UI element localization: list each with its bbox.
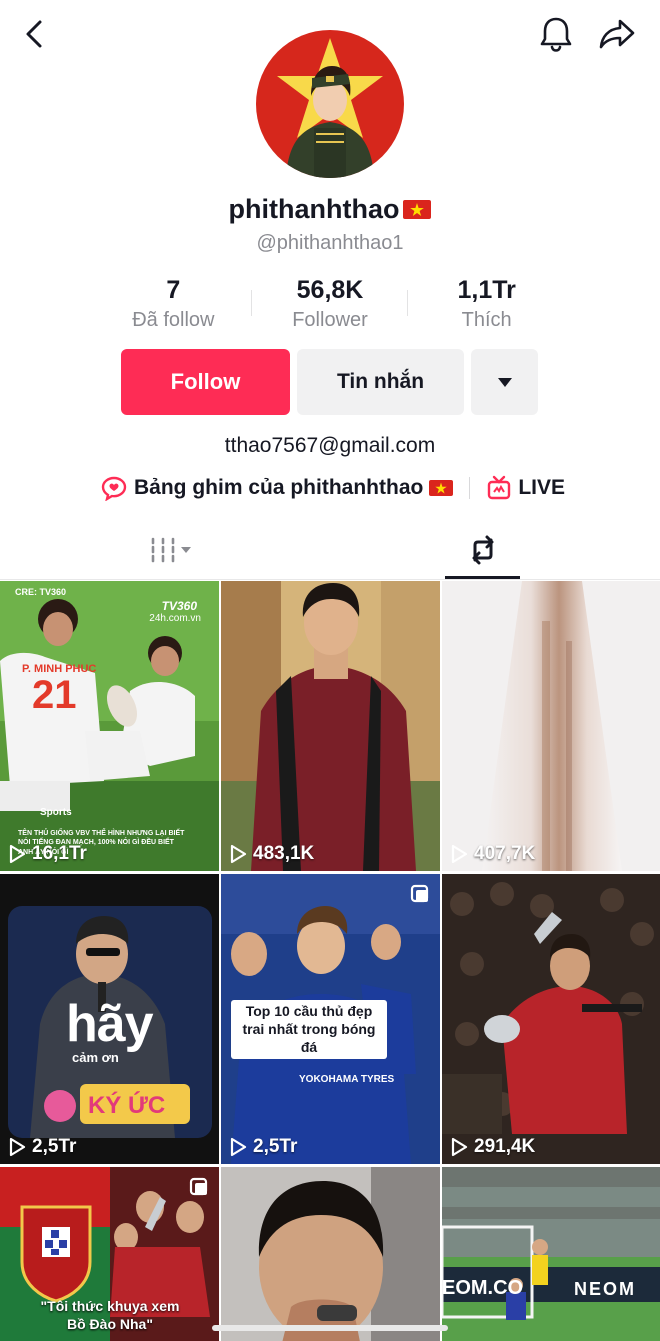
repost-icon: [472, 535, 493, 565]
heart-chat-icon: [101, 476, 127, 501]
back-button[interactable]: [14, 14, 54, 54]
view-count-text: 407,7K: [474, 843, 536, 864]
followers-label: Follower: [292, 309, 368, 331]
ad-board-text: EOM.CO: [442, 1277, 524, 1299]
follow-button[interactable]: Follow: [121, 349, 290, 415]
view-count-text: 2,5Tr: [32, 1136, 77, 1157]
vietnam-flag-icon: [403, 200, 432, 219]
play-icon: [230, 844, 247, 864]
sports-label: Sports: [40, 807, 72, 818]
home-indicator: [212, 1325, 448, 1331]
profile-stats: 7 Đã follow 56,8K Follower 1,1Tr Thích: [95, 276, 565, 336]
likes-stat: 1,1Tr Thích: [408, 276, 565, 336]
video-caption: Top 10 cầu thủ đẹp trai nhất trong bóng …: [231, 1000, 387, 1059]
user-handle: @phithanhthao1: [256, 232, 404, 254]
view-count: 2,5Tr: [8, 1136, 76, 1158]
view-count: 291,4K: [450, 1136, 535, 1158]
followers-count: 56,8K: [296, 276, 364, 304]
notification-button[interactable]: [534, 12, 578, 56]
following-stat[interactable]: 7 Đã follow: [95, 276, 252, 336]
play-icon: [451, 844, 468, 864]
view-count-text: 483,1K: [253, 843, 315, 864]
avatar[interactable]: [256, 30, 404, 178]
content-tabs: [0, 522, 660, 580]
divider: [469, 477, 471, 499]
likes-label: Thích: [461, 309, 512, 331]
play-icon: [9, 844, 26, 864]
video-thumbnail[interactable]: CRE: TV360 TV360 24h.com.vn P. MINH PHUC…: [0, 581, 219, 871]
play-icon: [9, 1137, 26, 1157]
ad-board-text-2: NEOM: [574, 1279, 636, 1299]
site-label: 24h.com.vn: [149, 613, 201, 624]
active-tab-indicator: [445, 576, 520, 579]
following-label: Đã follow: [132, 309, 215, 331]
video-thumbnail[interactable]: [221, 1167, 440, 1341]
source-label: CRE: TV360: [15, 587, 67, 597]
view-count-text: 16,1Tr: [32, 843, 87, 864]
video-thumbnail[interactable]: 407,7K: [442, 581, 660, 871]
video-grid-icon: [151, 537, 191, 563]
video-thumbnail[interactable]: 483,1K: [221, 581, 440, 871]
vietnam-flag-icon: [429, 480, 454, 496]
show-logo: KÝ ỨC: [88, 1092, 166, 1119]
jersey-number: 21: [32, 673, 77, 717]
bell-icon: [540, 17, 572, 52]
video-title-text: hãy: [66, 995, 154, 1053]
followers-stat[interactable]: 56,8K Follower: [252, 276, 409, 336]
view-count-text: 291,4K: [474, 1136, 536, 1157]
view-count-text: 2,5Tr: [253, 1136, 298, 1157]
view-count: 407,7K: [450, 843, 535, 865]
video-thumbnail[interactable]: EOM.CO NEOM: [442, 1167, 660, 1341]
view-count: 16,1Tr: [8, 843, 87, 865]
video-subtitle-text: cảm ơn: [72, 1050, 119, 1065]
username: phithanhthao: [0, 194, 660, 225]
play-icon: [451, 1137, 468, 1157]
playlist-link[interactable]: Bảng ghim của phithanhthao: [100, 475, 454, 501]
bio-text: tthao7567@gmail.com: [224, 434, 436, 457]
view-count: 2,5Tr: [229, 1136, 297, 1158]
following-count: 7: [166, 276, 181, 304]
caret-down-icon: [497, 378, 512, 387]
tab-reposts[interactable]: [445, 522, 520, 578]
share-button[interactable]: [594, 12, 640, 56]
tab-videos[interactable]: [120, 522, 220, 578]
profile-links: Bảng ghim của phithanhthao LIVE: [100, 472, 565, 504]
multi-image-icon: [189, 1177, 208, 1196]
video-caption: "Tôi thức khuya xem Bồ Đào Nha": [40, 1298, 180, 1333]
share-icon: [599, 19, 635, 49]
brand-logo: TV360: [161, 599, 197, 613]
live-tv-icon: [488, 475, 511, 500]
message-button[interactable]: Tin nhắn: [297, 349, 464, 415]
video-thumbnail[interactable]: "Tôi thức khuya xem Bồ Đào Nha": [0, 1167, 219, 1341]
live-label: LIVE: [518, 476, 566, 499]
play-icon: [230, 1137, 247, 1157]
playlist-label: Bảng ghim của phithanhthao: [134, 476, 424, 499]
video-thumbnail[interactable]: Top 10 cầu thủ đẹp trai nhất trong bóng …: [221, 874, 440, 1164]
multi-image-icon: [410, 884, 429, 903]
chevron-left-icon: [26, 20, 42, 48]
more-options-button[interactable]: [471, 349, 538, 415]
live-link[interactable]: LIVE: [486, 475, 565, 501]
sponsor-text: YOKOHAMA TYRES: [299, 1074, 395, 1085]
likes-count: 1,1Tr: [457, 276, 516, 304]
view-count: 483,1K: [229, 843, 314, 865]
video-thumbnail[interactable]: 291,4K: [442, 874, 660, 1164]
video-thumbnail[interactable]: hãy cảm ơn KÝ ỨC 2,5Tr: [0, 874, 219, 1164]
username-text: phithanhthao: [228, 194, 400, 224]
